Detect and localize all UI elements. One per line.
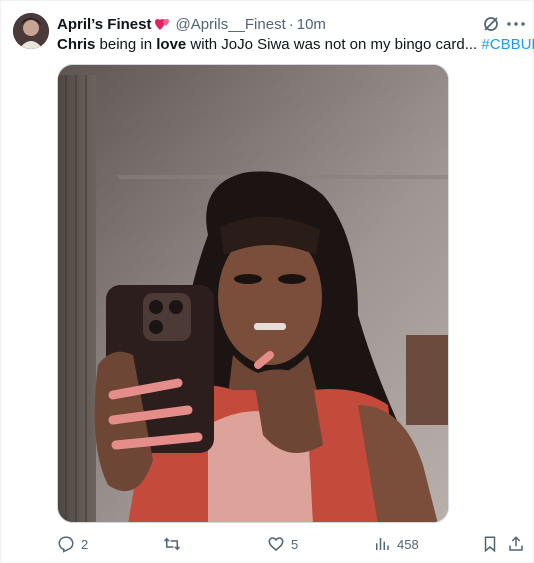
- reply-button[interactable]: 2: [57, 533, 88, 555]
- repost-icon: [163, 537, 181, 551]
- separator-dot: ·: [288, 15, 294, 33]
- text-bold-love: love: [156, 36, 187, 53]
- bookmark-button[interactable]: [481, 533, 505, 555]
- text-segment: with JoJo Siwa was not on my bingo card.…: [186, 36, 482, 53]
- timestamp[interactable]: 10m: [297, 16, 326, 33]
- bookmark-icon: [484, 536, 496, 553]
- author-handle[interactable]: @Aprils__Finest: [175, 16, 285, 33]
- hashtag-link[interactable]: #CBBUK: [481, 36, 534, 53]
- action-bar: 2 5 458: [57, 533, 527, 555]
- avatar-image: [13, 13, 49, 49]
- author-name[interactable]: April’s Finest: [57, 16, 151, 33]
- tweet-card[interactable]: April’s Finest @Aprils__Finest · 10m Chr…: [0, 0, 534, 563]
- more-options-icon[interactable]: [506, 14, 526, 34]
- views-button[interactable]: 458: [373, 533, 419, 555]
- avatar[interactable]: [13, 13, 49, 49]
- share-icon: [509, 536, 523, 551]
- reply-icon: [58, 536, 74, 553]
- repost-button[interactable]: [163, 533, 187, 555]
- tweet-media[interactable]: [57, 64, 449, 523]
- heart-icon: [268, 537, 284, 551]
- views-icon: [376, 538, 389, 550]
- views-count: 458: [397, 536, 419, 552]
- like-count: 5: [291, 536, 299, 552]
- tweet-text: Chris being in love with JoJo Siwa was n…: [57, 35, 534, 55]
- text-segment: being in: [95, 36, 157, 53]
- tweet-header: April’s Finest @Aprils__Finest · 10m: [57, 14, 326, 34]
- grok-icon[interactable]: [481, 14, 501, 34]
- video-still-image: [58, 65, 448, 522]
- text-bold-chris: Chris: [57, 36, 96, 53]
- two-hearts-icon: [155, 17, 171, 31]
- share-button[interactable]: [507, 533, 531, 555]
- like-button[interactable]: 5: [267, 533, 298, 555]
- reply-count: 2: [81, 536, 89, 552]
